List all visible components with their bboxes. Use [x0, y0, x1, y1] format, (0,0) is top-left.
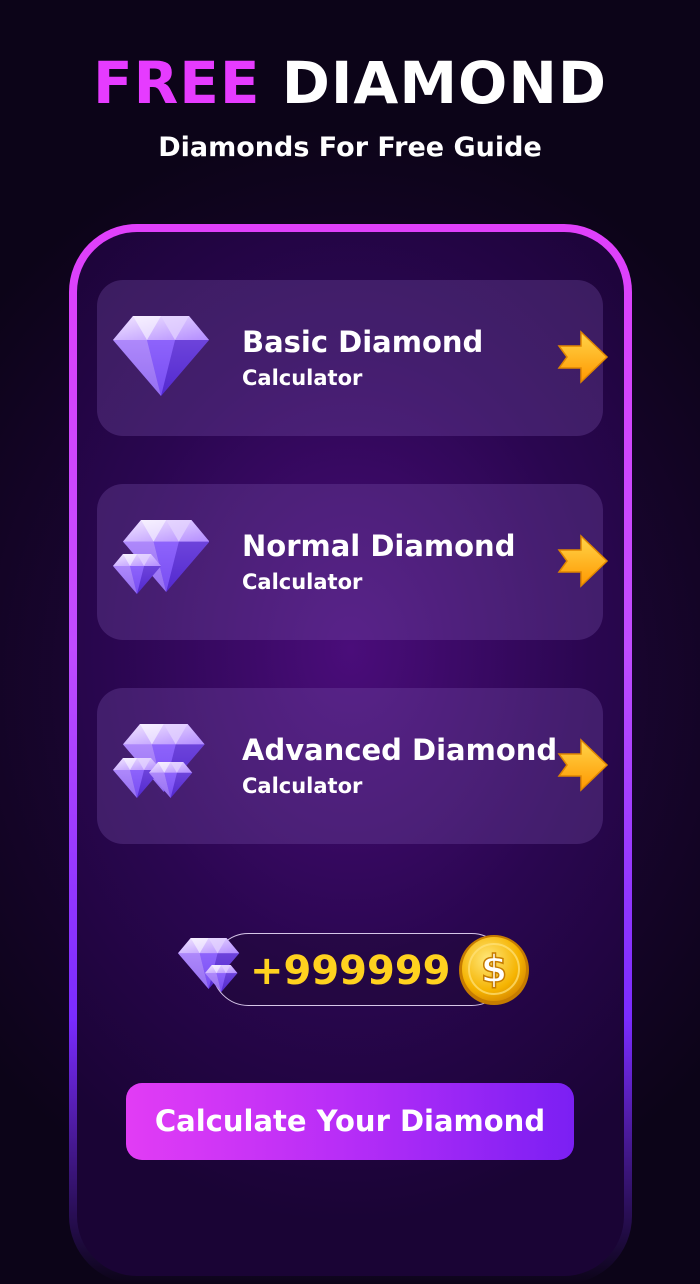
normal-calculator-card[interactable]: Normal Diamond Calculator	[97, 484, 609, 640]
diamonds-pile-icon	[113, 724, 205, 798]
dollar-coin-icon: $	[459, 935, 529, 1005]
card-title: Advanced Diamond	[242, 733, 558, 767]
diamonds-icon	[178, 938, 240, 992]
advanced-calculator-card[interactable]: Advanced Diamond Calculator	[97, 688, 609, 844]
card-subtitle: Calculator	[242, 366, 363, 390]
diamond-icon	[113, 316, 209, 396]
title-rest: DIAMOND	[281, 49, 608, 117]
app-subtitle: Diamonds For Free Guide	[158, 132, 542, 163]
calculate-diamond-button[interactable]: Calculate Your Diamond	[126, 1083, 574, 1160]
reward-value: +999999	[250, 948, 451, 994]
card-subtitle: Calculator	[242, 570, 363, 594]
diamonds-pair-icon	[113, 520, 209, 594]
title-highlight: FREE	[92, 49, 261, 117]
basic-calculator-card[interactable]: Basic Diamond Calculator	[97, 280, 609, 436]
arrow-right-icon[interactable]	[553, 736, 611, 794]
arrow-right-icon[interactable]	[553, 532, 611, 590]
svg-text:$: $	[481, 947, 507, 991]
arrow-right-icon[interactable]	[553, 328, 611, 386]
app-title: FREE DIAMOND	[0, 48, 700, 118]
card-subtitle: Calculator	[242, 774, 363, 798]
card-title: Normal Diamond	[242, 529, 516, 563]
card-title: Basic Diamond	[242, 325, 484, 359]
